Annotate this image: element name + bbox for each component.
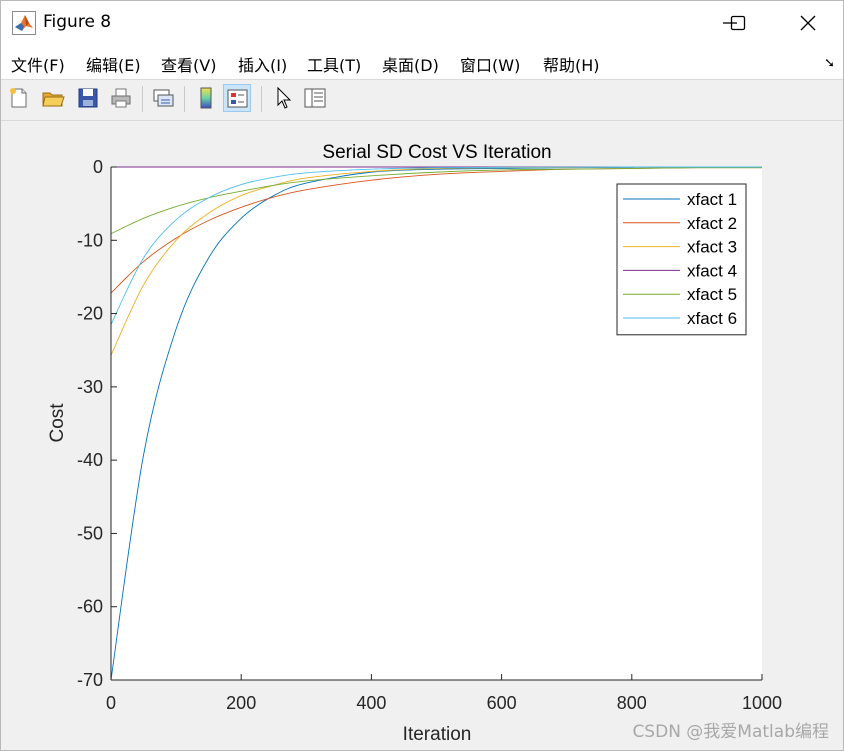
menu-file[interactable]: 文件(F) [11,52,65,76]
legend-label: xfact 1 [687,190,737,209]
legend-label: xfact 4 [687,261,737,280]
menu-tools[interactable]: 工具(T) [307,52,361,76]
x-tick-label: 400 [356,693,386,713]
link-plot-button[interactable] [149,84,177,112]
panel-icon [304,88,326,108]
toolbar-separator [261,86,262,112]
x-tick-label: 200 [226,693,256,713]
figure-window: Figure 8 文件(F) 编辑(E) 查看(V) 插入(I) 工具(T) 桌… [0,0,844,751]
figure-toolbar [1,79,843,121]
menu-help[interactable]: 帮助(H) [543,52,600,76]
edit-plot-button[interactable] [269,84,297,112]
maximize-icon [730,15,746,31]
window-title: Figure 8 [43,12,112,32]
y-tick-label: -70 [77,670,103,690]
property-inspector-button[interactable] [301,84,329,112]
menu-bar: 文件(F) 编辑(E) 查看(V) 插入(I) 工具(T) 桌面(D) 窗口(W… [1,45,843,79]
x-tick-label: 0 [106,693,116,713]
y-tick-label: -30 [77,377,103,397]
legend-label: xfact 3 [687,238,737,257]
y-tick-label: -20 [77,304,103,324]
y-tick-label: -60 [77,597,103,617]
insert-colorbar-button[interactable] [192,84,220,112]
new-file-icon [10,88,27,108]
x-tick-label: 600 [487,693,517,713]
toolbar-separator [184,86,185,112]
link-plot-icon [153,89,174,107]
open-file-button[interactable] [39,84,67,112]
open-folder-icon [42,92,65,107]
chart-title: Serial SD Cost VS Iteration [322,142,551,163]
legend[interactable]: xfact 1 xfact 2 xfact 3 xfact 4 xfact 5 xfact… [616,183,747,336]
dock-figure-icon[interactable]: ➘ [824,55,835,71]
insert-legend-button[interactable] [223,84,251,112]
pointer-icon [277,86,292,109]
menu-window[interactable]: 窗口(W) [460,52,520,76]
y-tick-label: 0 [93,157,103,177]
print-icon [111,88,131,108]
x-axis-label: Iteration [403,724,472,745]
close-icon [800,15,816,31]
toolbar-separator [142,86,143,112]
line-chart[interactable]: 0 200 400 600 800 10000-10-20-30-40-50-60-70 … [1,121,843,750]
save-button[interactable] [74,84,102,112]
menu-view[interactable]: 查看(V) [161,52,216,76]
legend-icon [227,89,248,108]
legend-label: xfact 2 [687,214,737,233]
close-button[interactable] [785,1,831,45]
menu-edit[interactable]: 编辑(E) [86,52,141,76]
matlab-logo-icon [12,11,36,35]
new-figure-button[interactable] [5,84,33,112]
menu-desktop[interactable]: 桌面(D) [382,52,439,76]
y-tick-label: -10 [77,230,103,250]
watermark-text: CSDN @我爱Matlab编程 [632,722,829,742]
save-icon [78,88,98,108]
y-axis-label: Cost [47,403,68,443]
maximize-button[interactable] [715,1,761,45]
x-tick-label: 1000 [742,693,782,713]
legend-label: xfact 5 [687,285,737,304]
legend-label: xfact 6 [687,309,737,328]
menu-insert[interactable]: 插入(I) [238,52,287,76]
x-tick-label: 800 [617,693,647,713]
colorbar-icon [200,87,212,109]
print-button[interactable] [107,84,135,112]
y-tick-label: -40 [77,450,103,470]
title-bar: Figure 8 [1,1,843,45]
y-tick-label: -50 [77,523,103,543]
